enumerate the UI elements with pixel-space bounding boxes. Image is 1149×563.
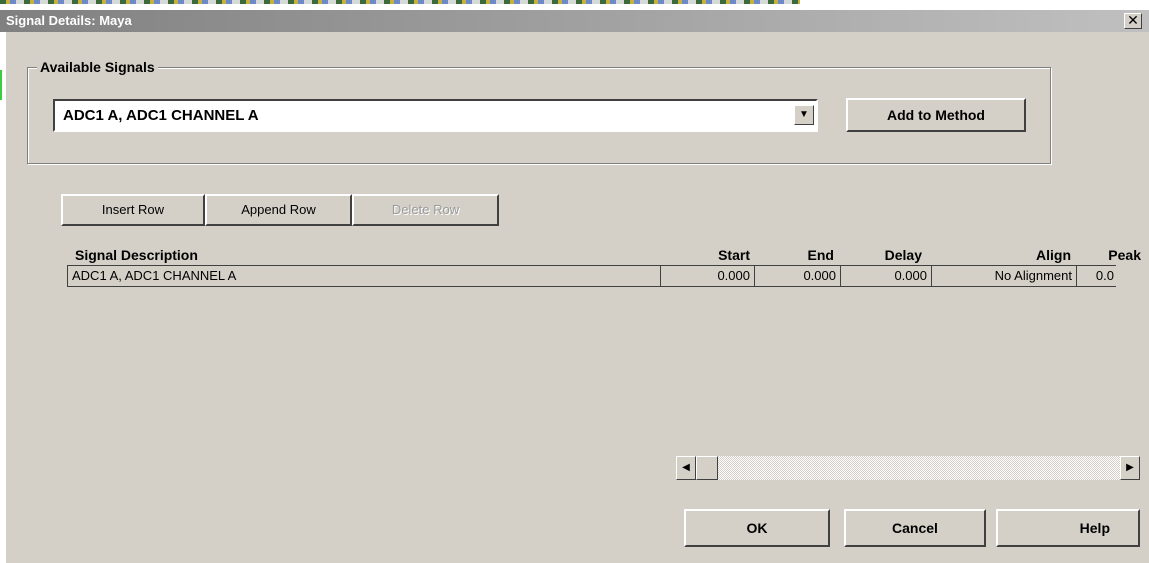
title-bar[interactable] [0, 10, 1149, 32]
cell-description[interactable]: ADC1 A, ADC1 CHANNEL A [67, 266, 661, 286]
horizontal-scrollbar[interactable]: ◀ ▶ [676, 456, 1140, 480]
close-button[interactable]: ✕ [1124, 13, 1142, 29]
signal-select-value: ADC1 A, ADC1 CHANNEL A [63, 107, 259, 124]
window-title: Signal Details: Maya [6, 13, 132, 28]
add-to-method-button[interactable]: Add to Method [846, 98, 1026, 132]
column-header-align[interactable]: Align [930, 246, 1071, 264]
column-header-start[interactable]: Start [665, 246, 750, 264]
column-header-delay[interactable]: Delay [840, 246, 922, 264]
available-signals-label: Available Signals [37, 59, 158, 75]
cell-align[interactable]: No Alignment [932, 266, 1077, 286]
column-header-description[interactable]: Signal Description [75, 246, 198, 264]
delete-row-button: Delete Row [352, 194, 499, 226]
column-header-end[interactable]: End [755, 246, 834, 264]
cancel-button[interactable]: Cancel [844, 509, 986, 547]
dropdown-arrow-icon[interactable]: ▼ [794, 105, 814, 125]
cell-delay[interactable]: 0.000 [841, 266, 932, 286]
table-row[interactable]: ADC1 A, ADC1 CHANNEL A 0.000 0.000 0.000… [67, 265, 1116, 287]
close-icon: ✕ [1127, 12, 1139, 28]
column-header-peak[interactable]: Peak [1076, 246, 1141, 264]
scroll-right-icon[interactable]: ▶ [1120, 456, 1140, 480]
insert-row-button[interactable]: Insert Row [61, 194, 205, 226]
scroll-left-icon[interactable]: ◀ [676, 456, 696, 480]
cell-start[interactable]: 0.000 [661, 266, 755, 286]
ok-button[interactable]: OK [684, 509, 830, 547]
append-row-button[interactable]: Append Row [205, 194, 352, 226]
cell-end[interactable]: 0.000 [755, 266, 841, 286]
scrollbar-thumb[interactable] [696, 456, 718, 480]
signal-select[interactable]: ADC1 A, ADC1 CHANNEL A ▼ [53, 99, 818, 132]
background-window-edge [0, 70, 2, 100]
background-window-strip [0, 0, 800, 4]
cell-peak[interactable]: 0.0 [1077, 266, 1116, 286]
help-button[interactable]: Help [996, 509, 1140, 547]
